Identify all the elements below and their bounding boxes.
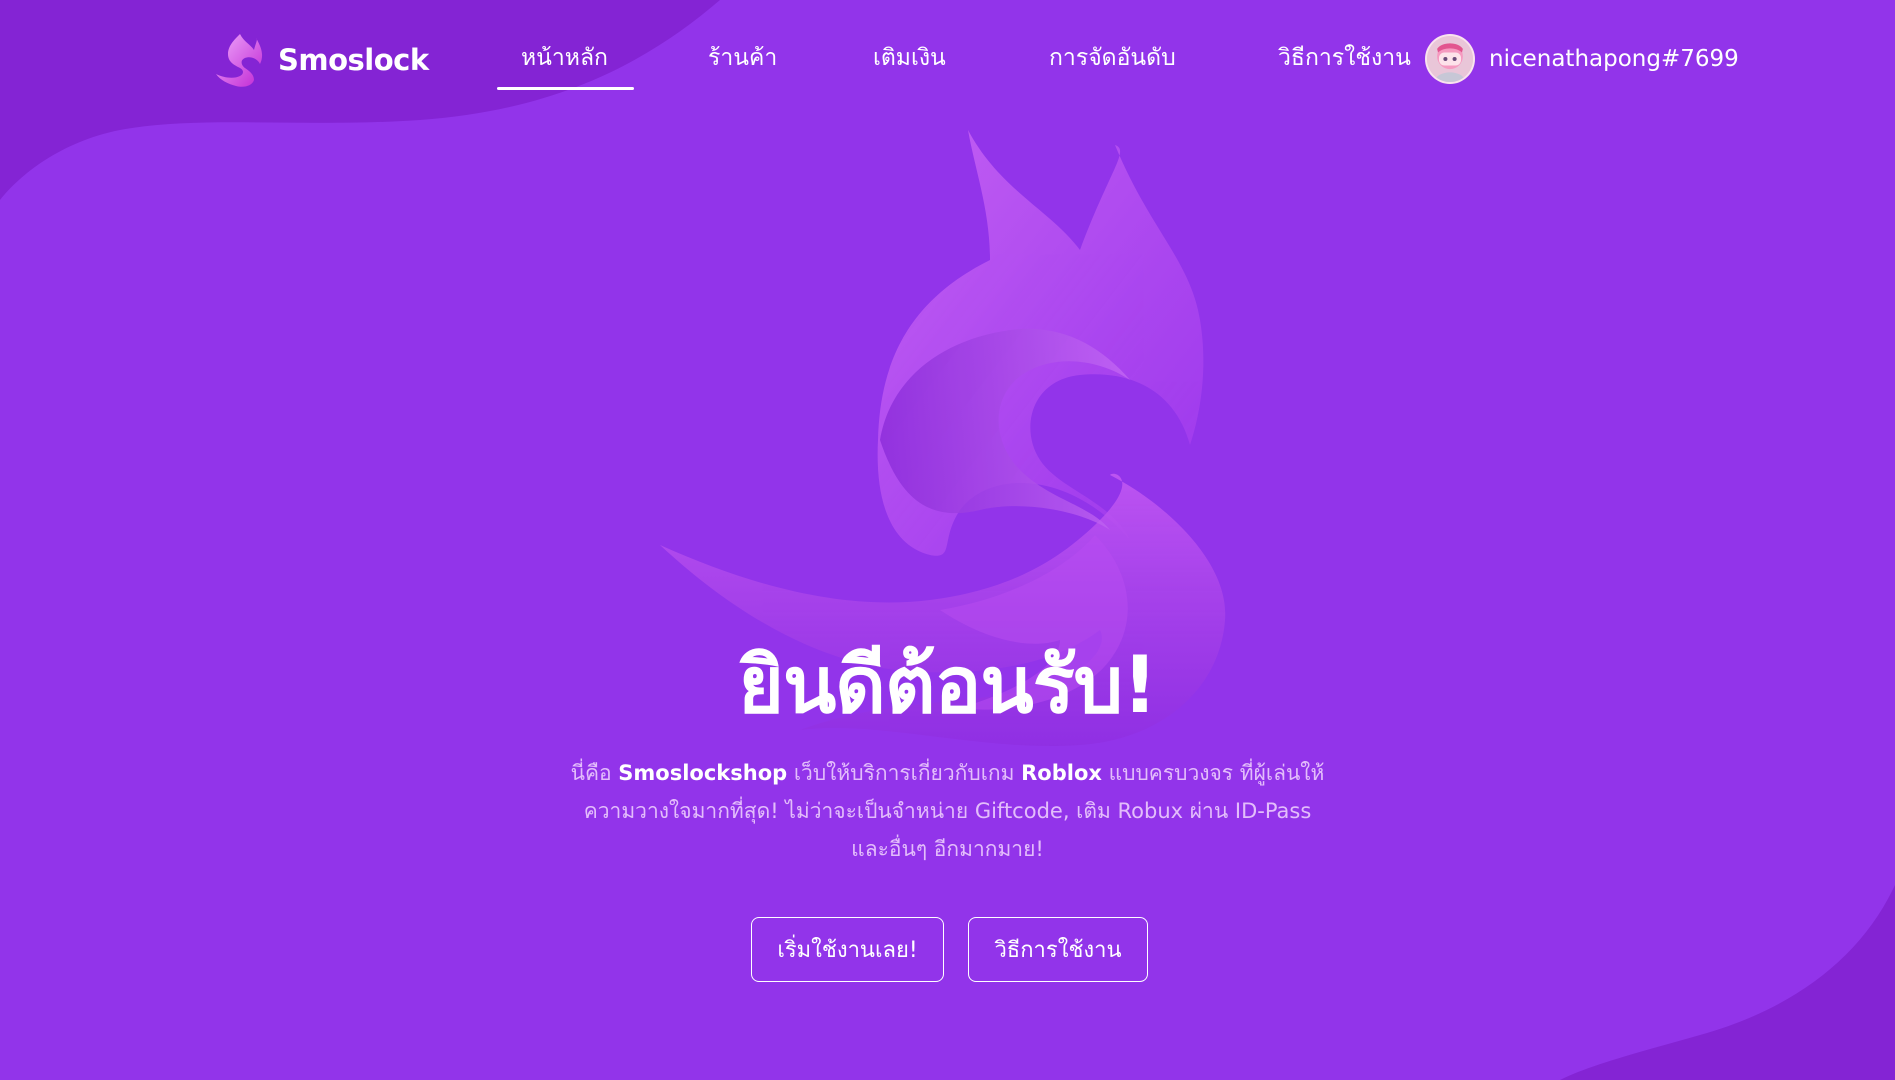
brand-name: Smoslock: [278, 43, 429, 77]
hero-desc-game: Roblox: [1021, 761, 1102, 785]
user-profile-menu[interactable]: nicenathapong#7699: [1425, 33, 1739, 85]
how-to-use-button[interactable]: วิธีการใช้งาน: [968, 917, 1148, 982]
top-navbar: Smoslock หน้าหลัก ร้านค้า เติมเงิน การจั…: [0, 0, 1895, 120]
landing-page: Smoslock หน้าหลัก ร้านค้า เติมเงิน การจั…: [0, 0, 1895, 1080]
nav-item-ranking[interactable]: การจัดอันดับ: [1049, 40, 1176, 76]
nav-active-indicator: [497, 87, 634, 90]
background-decoration: [0, 0, 1895, 1080]
user-avatar-icon: [1425, 34, 1475, 84]
nav-item-howto[interactable]: วิธีการใช้งาน: [1278, 40, 1411, 76]
username: nicenathapong#7699: [1489, 46, 1739, 72]
hero-description: นี่คือ Smoslockshop เว็บให้บริการเกี่ยวก…: [570, 754, 1325, 868]
nav-item-shop[interactable]: ร้านค้า: [708, 40, 777, 76]
start-now-button[interactable]: เริ่มใช้งานเลย!: [751, 917, 944, 982]
hero-desc-text-1: นี่คือ: [570, 761, 619, 785]
brand-home-link[interactable]: Smoslock: [214, 32, 429, 88]
nav-item-topup[interactable]: เติมเงิน: [873, 40, 946, 76]
nav-item-home[interactable]: หน้าหลัก: [521, 40, 608, 76]
hero-title: ยินดีต้อนรับ!: [738, 641, 1157, 731]
hero-desc-brand: Smoslockshop: [618, 761, 788, 785]
hero-desc-text-2: เว็บให้บริการเกี่ยวกับเกม: [787, 761, 1022, 785]
flame-s-logo-icon: [216, 34, 263, 87]
